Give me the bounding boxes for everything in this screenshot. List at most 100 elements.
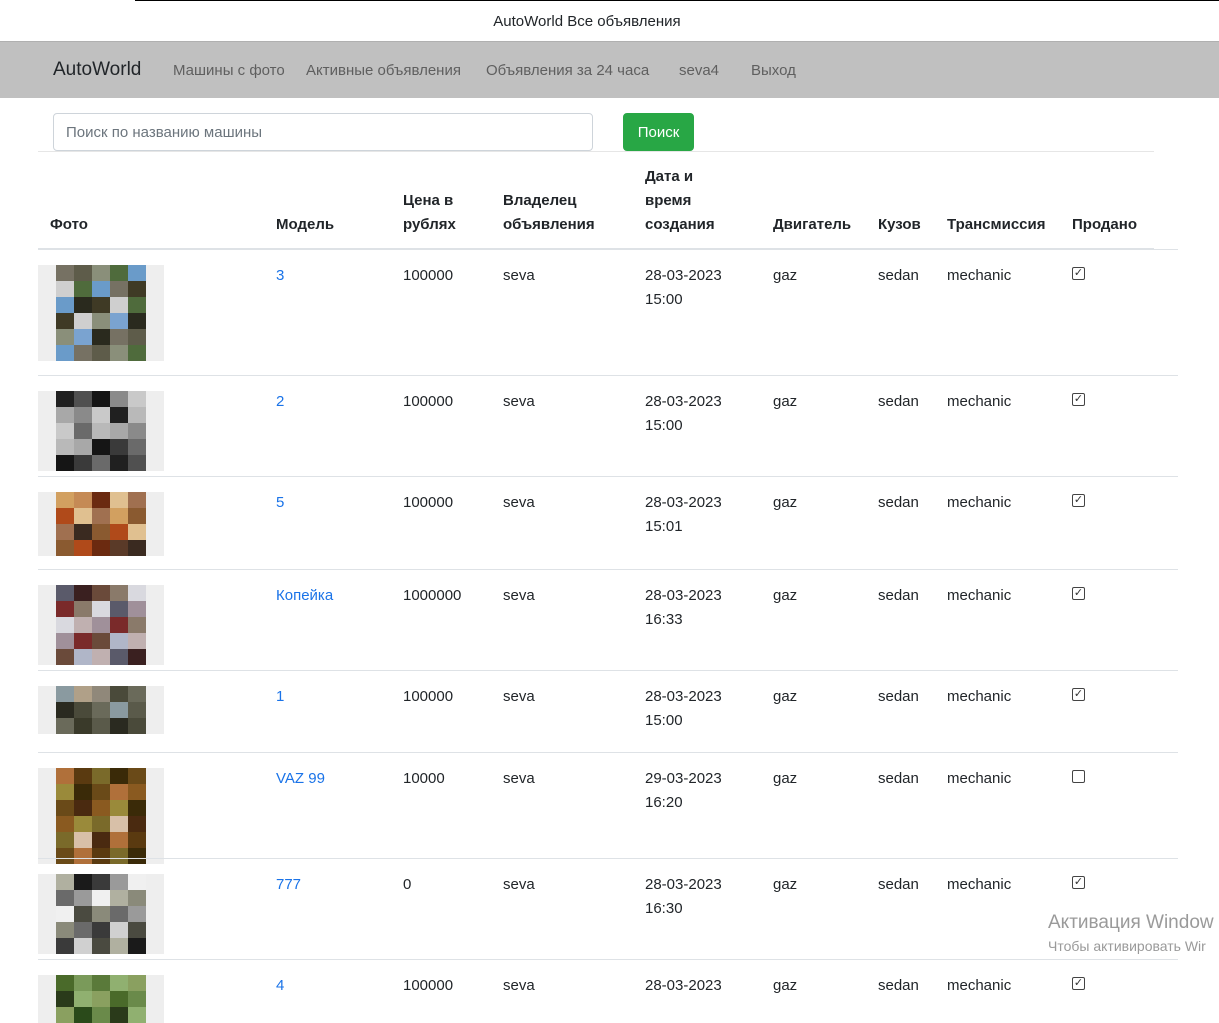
model-cell: 5 bbox=[276, 491, 284, 515]
model-cell: 4 bbox=[276, 974, 284, 998]
sold-checkbox[interactable]: ✓ bbox=[1072, 587, 1085, 600]
windows-activation-watermark: Активация Window Чтобы активировать Wir bbox=[1048, 912, 1214, 954]
created-cell: 28-03-2023 bbox=[645, 977, 722, 994]
body-cell: sedan bbox=[878, 688, 919, 705]
sold-checkbox[interactable]: ✓ bbox=[1072, 494, 1085, 507]
car-photo-thumbnail bbox=[38, 585, 164, 665]
model-cell: 3 bbox=[276, 264, 284, 288]
engine-cell: gaz bbox=[773, 977, 798, 994]
nav-user[interactable]: seva4 bbox=[679, 62, 719, 79]
table-row: 3 100000 seva gaz sedan mechanic 28-03-2023 15:… bbox=[38, 249, 1178, 376]
header-created: Дата и время создания bbox=[645, 168, 715, 233]
model-link[interactable]: 4 bbox=[276, 977, 284, 994]
car-photo-thumbnail bbox=[38, 874, 164, 954]
car-photo-thumbnail bbox=[38, 391, 164, 471]
search-input[interactable] bbox=[53, 113, 593, 151]
table-row: VAZ 99 10000 seva gaz sedan mechanic 29-03-202… bbox=[38, 752, 1178, 864]
window-top-border bbox=[135, 0, 1219, 1]
created-cell: 28-03-2023 16:33 bbox=[645, 587, 722, 628]
header-engine: Двигатель bbox=[773, 216, 852, 233]
header-photo: Фото bbox=[50, 216, 88, 233]
sold-checkbox[interactable]: ✓ bbox=[1072, 977, 1085, 990]
transmission-cell: mechanic bbox=[947, 977, 1012, 994]
owner-cell: seva bbox=[503, 770, 535, 787]
model-cell: Копейка bbox=[276, 584, 333, 608]
model-link[interactable]: VAZ 99 bbox=[276, 770, 325, 787]
engine-cell: gaz bbox=[773, 770, 798, 787]
table-row: 777 0 seva gaz sedan mechanic 28-03-2023 16:30 ✓ bbox=[38, 858, 1178, 960]
car-photo-thumbnail bbox=[38, 686, 164, 734]
table-row: 4 100000 seva gaz sedan mechanic 28-03-2023 ✓ bbox=[38, 959, 1178, 1023]
transmission-cell: mechanic bbox=[947, 688, 1012, 705]
table-row: Копейка 1000000 seva gaz sedan mechanic 28-03-… bbox=[38, 569, 1178, 671]
created-cell: 28-03-2023 15:01 bbox=[645, 494, 722, 535]
model-link[interactable]: 1 bbox=[276, 688, 284, 705]
model-link[interactable]: Копейка bbox=[276, 587, 333, 604]
nav-ads-24h[interactable]: Объявления за 24 часа bbox=[486, 62, 649, 79]
owner-cell: seva bbox=[503, 977, 535, 994]
header-model: Модель bbox=[276, 216, 335, 233]
car-photo-thumbnail bbox=[38, 265, 164, 361]
model-link[interactable]: 5 bbox=[276, 494, 284, 511]
sold-checkbox[interactable]: ✓ bbox=[1072, 688, 1085, 701]
engine-cell: gaz bbox=[773, 876, 798, 893]
model-link[interactable]: 2 bbox=[276, 393, 284, 410]
created-cell: 28-03-2023 15:00 bbox=[645, 688, 722, 729]
transmission-cell: mechanic bbox=[947, 494, 1012, 511]
model-cell: 777 bbox=[276, 873, 301, 897]
header-sold: Продано bbox=[1072, 216, 1137, 233]
owner-cell: seva bbox=[503, 267, 535, 284]
body-cell: sedan bbox=[878, 977, 919, 994]
created-cell: 29-03-2023 16:20 bbox=[645, 770, 722, 811]
model-link[interactable]: 3 bbox=[276, 267, 284, 284]
car-photo-thumbnail bbox=[38, 975, 164, 1023]
sold-checkbox[interactable]: ✓ bbox=[1072, 876, 1085, 889]
price-cell: 100000 bbox=[403, 977, 454, 994]
sold-checkbox[interactable] bbox=[1072, 770, 1085, 783]
sold-checkbox[interactable]: ✓ bbox=[1072, 267, 1085, 280]
divider bbox=[38, 151, 1154, 152]
header-owner: Владелец объявления bbox=[503, 192, 595, 233]
car-photo-thumbnail bbox=[38, 768, 164, 864]
price-cell: 100000 bbox=[403, 494, 454, 511]
body-cell: sedan bbox=[878, 876, 919, 893]
sold-checkbox[interactable]: ✓ bbox=[1072, 393, 1085, 406]
price-cell: 1000000 bbox=[403, 587, 462, 604]
table-row: 2 100000 seva gaz sedan mechanic 28-03-2023 15:… bbox=[38, 375, 1178, 477]
transmission-cell: mechanic bbox=[947, 393, 1012, 410]
model-cell: VAZ 99 bbox=[276, 767, 325, 791]
owner-cell: seva bbox=[503, 587, 535, 604]
transmission-cell: mechanic bbox=[947, 267, 1012, 284]
body-cell: sedan bbox=[878, 587, 919, 604]
body-cell: sedan bbox=[878, 770, 919, 787]
table-row: 1 100000 seva gaz sedan mechanic 28-03-2023 15:… bbox=[38, 670, 1178, 753]
brand-link[interactable]: AutoWorld bbox=[53, 59, 141, 81]
header-price: Цена в рублях bbox=[403, 192, 456, 233]
search-button[interactable]: Поиск bbox=[623, 113, 694, 151]
header-transmission: Трансмиссия bbox=[947, 216, 1046, 233]
engine-cell: gaz bbox=[773, 267, 798, 284]
navbar: AutoWorld Машины с фото Активные объявле… bbox=[0, 41, 1219, 98]
price-cell: 100000 bbox=[403, 393, 454, 410]
table-row: 5 100000 seva gaz sedan mechanic 28-03-2023 15:… bbox=[38, 476, 1178, 570]
owner-cell: seva bbox=[503, 393, 535, 410]
transmission-cell: mechanic bbox=[947, 876, 1012, 893]
body-cell: sedan bbox=[878, 393, 919, 410]
model-link[interactable]: 777 bbox=[276, 876, 301, 893]
nav-cars-with-photo[interactable]: Машины с фото bbox=[173, 62, 285, 79]
transmission-cell: mechanic bbox=[947, 770, 1012, 787]
price-cell: 10000 bbox=[403, 770, 445, 787]
price-cell: 0 bbox=[403, 876, 412, 893]
nav-logout[interactable]: Выход bbox=[751, 62, 796, 79]
engine-cell: gaz bbox=[773, 587, 798, 604]
car-photo-thumbnail bbox=[38, 492, 164, 556]
window-title: AutoWorld Все объявления bbox=[493, 13, 681, 30]
created-cell: 28-03-2023 15:00 bbox=[645, 393, 722, 434]
owner-cell: seva bbox=[503, 876, 535, 893]
price-cell: 100000 bbox=[403, 267, 454, 284]
nav-active-ads[interactable]: Активные объявления bbox=[306, 62, 461, 79]
owner-cell: seva bbox=[503, 688, 535, 705]
engine-cell: gaz bbox=[773, 494, 798, 511]
engine-cell: gaz bbox=[773, 393, 798, 410]
created-cell: 28-03-2023 16:30 bbox=[645, 876, 722, 917]
